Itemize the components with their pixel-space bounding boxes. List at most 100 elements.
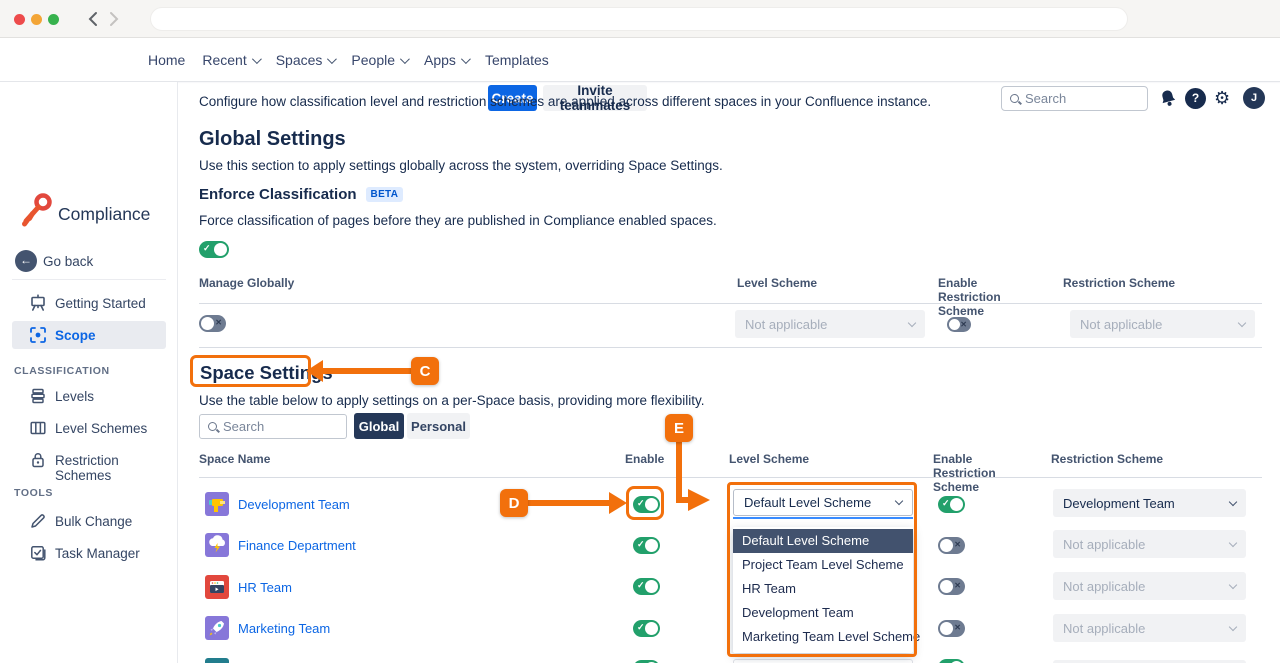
chevron-down-icon <box>1238 318 1246 326</box>
scope-target-icon <box>29 326 47 344</box>
table-divider <box>199 303 1262 304</box>
browser-back-icon[interactable] <box>86 11 100 27</box>
space-link-finance-department[interactable]: Finance Department <box>238 538 356 553</box>
tab-global[interactable]: Global <box>354 413 404 439</box>
sidebar-item-bulk-change[interactable]: Bulk Change <box>12 507 166 535</box>
enable-toggle-finance-department[interactable] <box>633 537 660 554</box>
annotation-arrowhead-c <box>306 360 323 382</box>
col-level-scheme: Level Scheme <box>737 276 817 290</box>
restriction-toggle-partial-row[interactable] <box>938 659 965 663</box>
enable-toggle-hr-team[interactable] <box>633 578 660 595</box>
global-search[interactable] <box>1001 86 1148 111</box>
enable-toggle-development-team[interactable] <box>633 496 660 513</box>
enforce-classification-description: Force classification of pages before the… <box>199 213 1019 228</box>
nav-item-home[interactable]: Home <box>148 52 185 68</box>
task-check-icon <box>29 544 47 562</box>
space-link-hr-team[interactable]: HR Team <box>238 580 292 595</box>
browser-chrome <box>0 0 1280 38</box>
global-enable-restriction-toggle[interactable] <box>947 317 971 332</box>
annotation-arrowhead-d <box>609 492 627 514</box>
sidebar-item-levels[interactable]: Levels <box>12 382 166 410</box>
annotation-arrow-d <box>528 500 610 506</box>
col-restriction-scheme: Restriction Scheme <box>1063 276 1175 290</box>
nav-item-people[interactable]: People <box>351 52 407 68</box>
browser-window-icon <box>205 575 229 599</box>
sidebar-item-restriction-schemes[interactable]: Restriction Schemes <box>12 446 166 474</box>
chevron-down-icon <box>252 54 262 64</box>
user-avatar[interactable]: J <box>1243 87 1265 109</box>
url-bar[interactable] <box>150 7 1128 31</box>
sidebar-item-task-manager[interactable]: Task Manager <box>12 539 166 567</box>
col-restriction-scheme: Restriction Scheme <box>1051 452 1163 466</box>
restriction-toggle-marketing-team[interactable] <box>938 620 965 637</box>
col-enable: Enable <box>625 452 664 466</box>
page-intro: Configure how classification level and r… <box>199 94 1019 109</box>
window-minimize-button[interactable] <box>31 14 42 25</box>
global-level-scheme-select[interactable]: Not applicable <box>735 310 925 338</box>
chevron-down-icon <box>1229 538 1237 546</box>
space-search-input[interactable] <box>223 419 338 434</box>
annotation-arrowhead-e <box>688 489 710 511</box>
space-search[interactable] <box>199 414 347 439</box>
restriction-toggle-finance-department[interactable] <box>938 537 965 554</box>
dropdown-option-marketing-team-level-scheme[interactable]: Marketing Team Level Scheme <box>733 625 913 649</box>
level-scheme-select-development-team[interactable]: Default Level Scheme <box>733 489 913 516</box>
restriction-scheme-select-finance-department[interactable]: Not applicable <box>1053 530 1246 558</box>
nav-item-templates[interactable]: Templates <box>485 52 549 68</box>
table-divider <box>199 347 1262 348</box>
restriction-toggle-hr-team[interactable] <box>938 578 965 595</box>
level-scheme-select-partial-row[interactable] <box>733 659 913 663</box>
global-restriction-scheme-select[interactable]: Not applicable <box>1070 310 1255 338</box>
chevron-down-icon <box>1229 580 1237 588</box>
annotation-badge-c: C <box>411 357 439 385</box>
chevron-down-icon <box>895 497 903 505</box>
pencil-icon <box>29 512 47 530</box>
sidebar-item-level-schemes[interactable]: Level Schemes <box>12 414 166 442</box>
level-scheme-dropdown-menu: Default Level Scheme Project Team Level … <box>733 527 913 653</box>
window-zoom-button[interactable] <box>48 14 59 25</box>
space-link-marketing-team[interactable]: Marketing Team <box>238 621 330 636</box>
manage-globally-toggle[interactable] <box>199 315 226 332</box>
help-icon[interactable] <box>1185 88 1206 109</box>
col-level-scheme: Level Scheme <box>729 452 809 466</box>
columns-icon <box>29 419 47 437</box>
annotation-arrow-c <box>322 368 412 374</box>
col-enable-restriction-scheme: Enable Restriction Scheme <box>938 276 1022 318</box>
app-navbar: Confluence Home Recent Spaces People App… <box>0 38 1280 82</box>
go-back-label[interactable]: Go back <box>43 254 93 269</box>
easel-icon <box>29 294 47 312</box>
nav-item-spaces[interactable]: Spaces <box>276 52 335 68</box>
nav-item-apps[interactable]: Apps <box>424 52 468 68</box>
chevron-down-icon <box>400 54 410 64</box>
space-link-development-team[interactable]: Development Team <box>238 497 350 512</box>
restriction-scheme-select-marketing-team[interactable]: Not applicable <box>1053 614 1246 642</box>
sidebar-section-tools: TOOLS <box>14 487 53 499</box>
compliance-key-icon <box>19 191 54 229</box>
space-avatar-finance-department <box>205 533 229 557</box>
browser-forward-icon[interactable] <box>107 11 121 27</box>
enforce-classification-heading-row: Enforce Classification BETA <box>199 186 403 203</box>
sidebar-item-getting-started[interactable]: Getting Started <box>12 289 166 317</box>
annotation-badge-e: E <box>665 414 693 442</box>
nav-item-recent[interactable]: Recent <box>202 52 258 68</box>
sidebar-item-scope[interactable]: Scope <box>12 321 166 349</box>
restriction-toggle-development-team[interactable] <box>938 496 965 513</box>
col-space-name: Space Name <box>199 452 270 466</box>
settings-gear-icon[interactable] <box>1214 86 1230 110</box>
tab-personal[interactable]: Personal <box>407 413 470 439</box>
dropdown-option-default-level-scheme[interactable]: Default Level Scheme <box>733 529 913 553</box>
restriction-scheme-select-hr-team[interactable]: Not applicable <box>1053 572 1246 600</box>
restriction-scheme-select-development-team[interactable]: Development Team <box>1053 489 1246 517</box>
dropdown-option-development-team[interactable]: Development Team <box>733 601 913 625</box>
dropdown-option-hr-team[interactable]: HR Team <box>733 577 913 601</box>
search-icon <box>208 422 217 431</box>
col-manage-globally: Manage Globally <box>199 276 294 290</box>
global-search-input[interactable] <box>1025 91 1139 106</box>
notifications-bell-icon[interactable] <box>1157 87 1179 109</box>
chevron-down-icon <box>1229 622 1237 630</box>
dropdown-option-project-team-level-scheme[interactable]: Project Team Level Scheme <box>733 553 913 577</box>
go-back-icon[interactable] <box>15 250 37 272</box>
window-close-button[interactable] <box>14 14 25 25</box>
enforce-classification-toggle[interactable] <box>199 241 229 258</box>
enable-toggle-marketing-team[interactable] <box>633 620 660 637</box>
